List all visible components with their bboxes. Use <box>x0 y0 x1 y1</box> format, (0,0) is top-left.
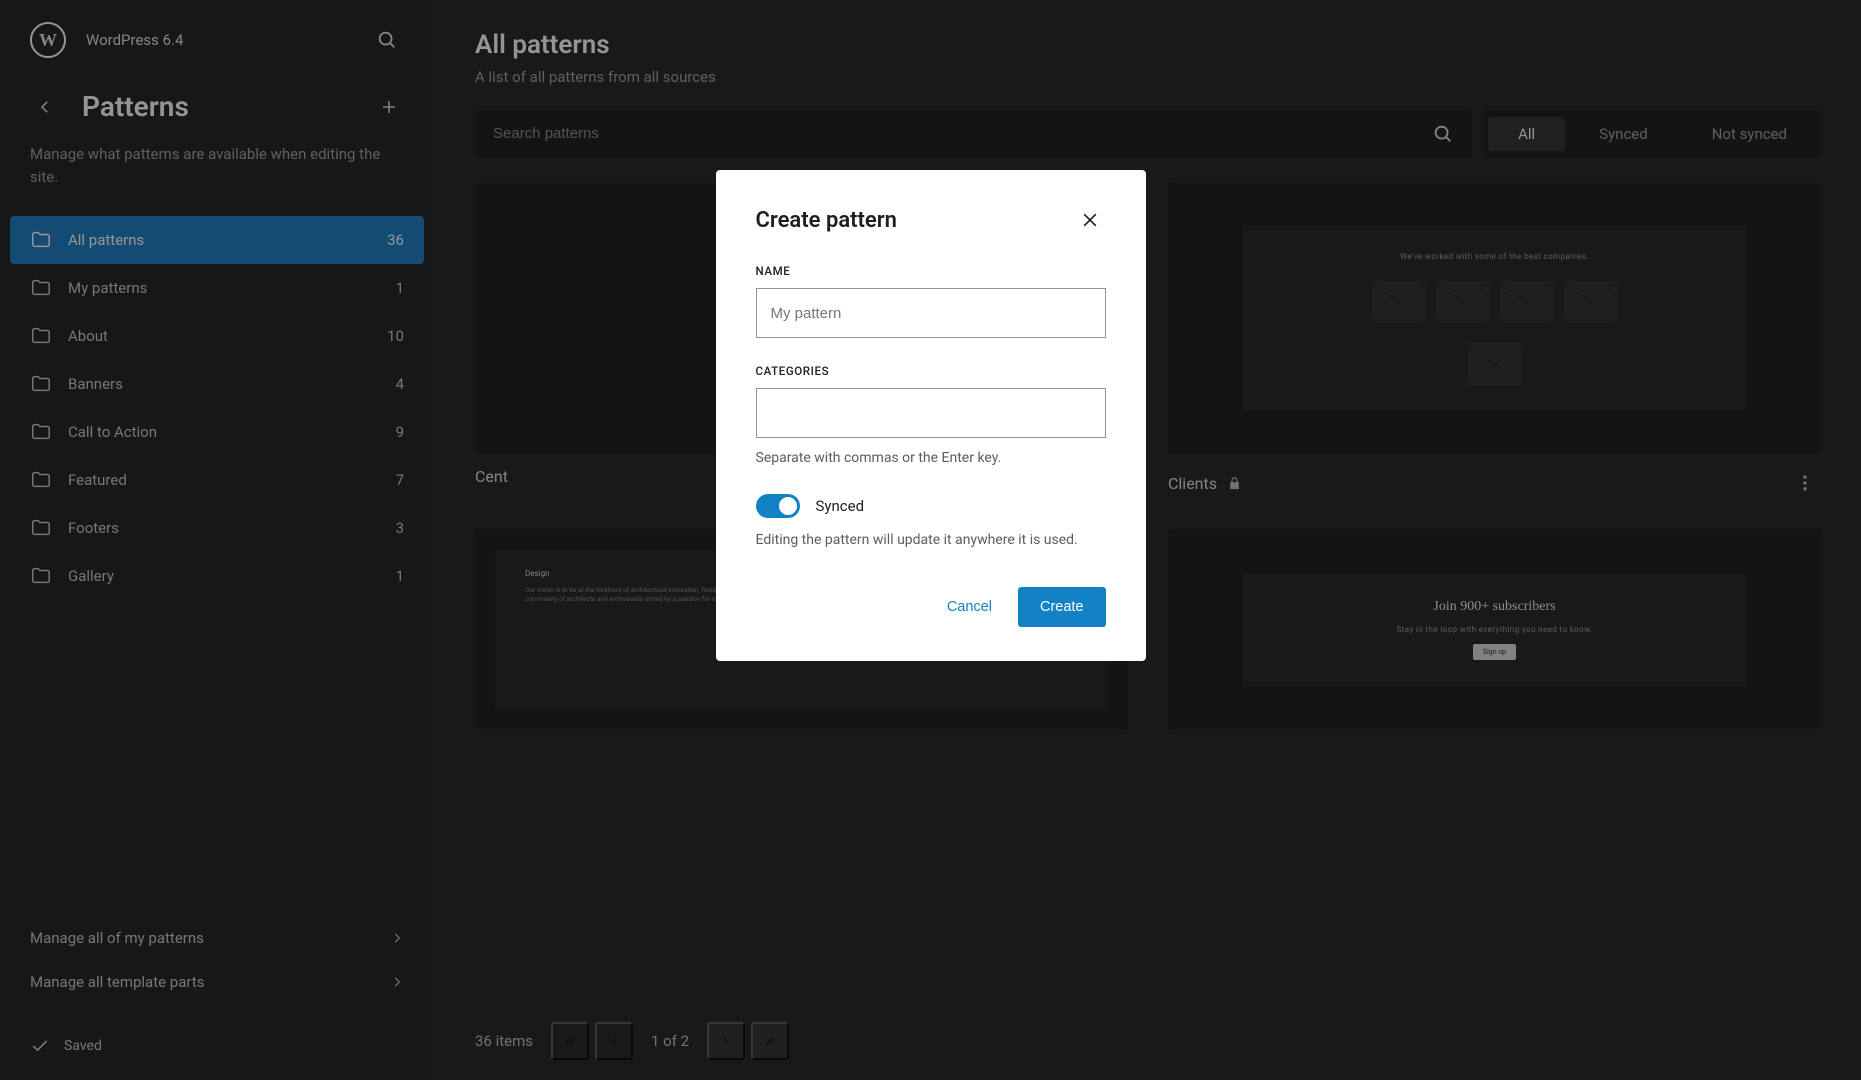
name-field-label: NAME <box>756 264 1106 278</box>
synced-toggle-description: Editing the pattern will update it anywh… <box>756 530 1106 551</box>
pattern-categories-input[interactable] <box>756 388 1106 438</box>
create-pattern-modal: Create pattern NAME CATEGORIES Separate … <box>716 170 1146 661</box>
pattern-name-input[interactable] <box>756 288 1106 338</box>
close-icon <box>1080 210 1100 230</box>
categories-field-label: CATEGORIES <box>756 364 1106 378</box>
categories-hint: Separate with commas or the Enter key. <box>756 450 1106 466</box>
synced-toggle[interactable] <box>756 494 800 518</box>
toggle-knob <box>779 497 797 515</box>
modal-overlay: Create pattern NAME CATEGORIES Separate … <box>0 0 1861 1080</box>
modal-close-button[interactable] <box>1074 204 1106 236</box>
synced-toggle-label: Synced <box>816 497 865 515</box>
cancel-button[interactable]: Cancel <box>925 587 1014 627</box>
create-button[interactable]: Create <box>1018 587 1106 627</box>
modal-title: Create pattern <box>756 208 897 233</box>
